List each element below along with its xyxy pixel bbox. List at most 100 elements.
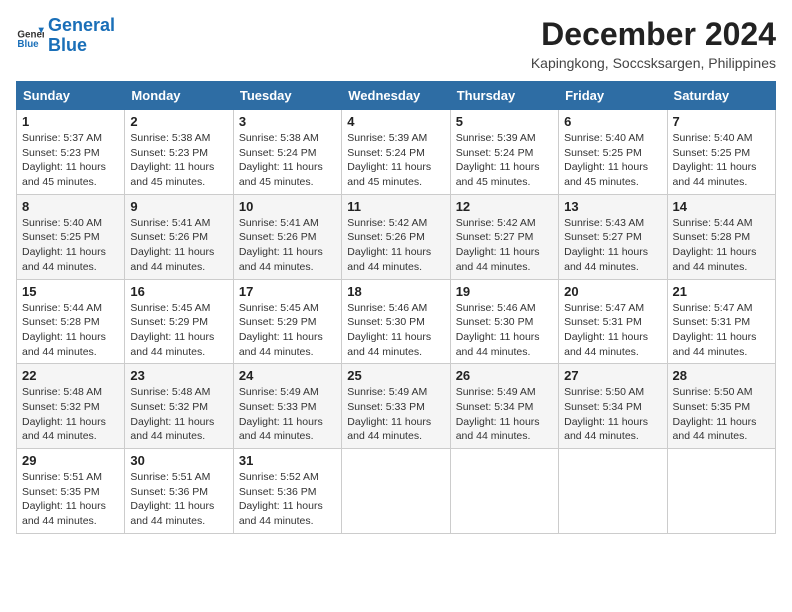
day-info: Sunrise: 5:46 AM Sunset: 5:30 PM Dayligh… (347, 301, 444, 360)
calendar-week-row: 22 Sunrise: 5:48 AM Sunset: 5:32 PM Dayl… (17, 364, 776, 449)
calendar-cell: 31 Sunrise: 5:52 AM Sunset: 5:36 PM Dayl… (233, 449, 341, 534)
day-info: Sunrise: 5:52 AM Sunset: 5:36 PM Dayligh… (239, 470, 336, 529)
day-info: Sunrise: 5:48 AM Sunset: 5:32 PM Dayligh… (130, 385, 227, 444)
calendar-cell: 28 Sunrise: 5:50 AM Sunset: 5:35 PM Dayl… (667, 364, 775, 449)
calendar-cell: 25 Sunrise: 5:49 AM Sunset: 5:33 PM Dayl… (342, 364, 450, 449)
day-number: 26 (456, 368, 553, 383)
day-info: Sunrise: 5:42 AM Sunset: 5:26 PM Dayligh… (347, 216, 444, 275)
day-info: Sunrise: 5:39 AM Sunset: 5:24 PM Dayligh… (347, 131, 444, 190)
calendar-header-thursday: Thursday (450, 82, 558, 110)
calendar-cell: 21 Sunrise: 5:47 AM Sunset: 5:31 PM Dayl… (667, 279, 775, 364)
day-number: 24 (239, 368, 336, 383)
day-info: Sunrise: 5:41 AM Sunset: 5:26 PM Dayligh… (239, 216, 336, 275)
day-number: 7 (673, 114, 770, 129)
day-number: 16 (130, 284, 227, 299)
calendar-cell: 17 Sunrise: 5:45 AM Sunset: 5:29 PM Dayl… (233, 279, 341, 364)
day-number: 4 (347, 114, 444, 129)
calendar-cell: 22 Sunrise: 5:48 AM Sunset: 5:32 PM Dayl… (17, 364, 125, 449)
calendar-header-saturday: Saturday (667, 82, 775, 110)
calendar-cell: 14 Sunrise: 5:44 AM Sunset: 5:28 PM Dayl… (667, 194, 775, 279)
calendar-header-row: SundayMondayTuesdayWednesdayThursdayFrid… (17, 82, 776, 110)
calendar-cell (667, 449, 775, 534)
day-info: Sunrise: 5:47 AM Sunset: 5:31 PM Dayligh… (564, 301, 661, 360)
day-number: 5 (456, 114, 553, 129)
day-number: 29 (22, 453, 119, 468)
day-number: 18 (347, 284, 444, 299)
day-info: Sunrise: 5:39 AM Sunset: 5:24 PM Dayligh… (456, 131, 553, 190)
calendar-cell: 18 Sunrise: 5:46 AM Sunset: 5:30 PM Dayl… (342, 279, 450, 364)
day-number: 22 (22, 368, 119, 383)
logo-icon: General Blue (16, 22, 44, 50)
day-number: 12 (456, 199, 553, 214)
day-number: 25 (347, 368, 444, 383)
logo-text: GeneralBlue (48, 16, 115, 56)
day-number: 21 (673, 284, 770, 299)
calendar-cell: 9 Sunrise: 5:41 AM Sunset: 5:26 PM Dayli… (125, 194, 233, 279)
calendar-cell: 12 Sunrise: 5:42 AM Sunset: 5:27 PM Dayl… (450, 194, 558, 279)
day-number: 31 (239, 453, 336, 468)
location-subtitle: Kapingkong, Soccsksargen, Philippines (531, 55, 776, 71)
calendar-header-sunday: Sunday (17, 82, 125, 110)
day-number: 3 (239, 114, 336, 129)
logo: General Blue GeneralBlue (16, 16, 115, 56)
calendar-header-friday: Friday (559, 82, 667, 110)
calendar-cell: 7 Sunrise: 5:40 AM Sunset: 5:25 PM Dayli… (667, 110, 775, 195)
day-info: Sunrise: 5:38 AM Sunset: 5:24 PM Dayligh… (239, 131, 336, 190)
calendar-cell: 20 Sunrise: 5:47 AM Sunset: 5:31 PM Dayl… (559, 279, 667, 364)
calendar-cell (342, 449, 450, 534)
calendar-week-row: 8 Sunrise: 5:40 AM Sunset: 5:25 PM Dayli… (17, 194, 776, 279)
day-number: 19 (456, 284, 553, 299)
day-number: 30 (130, 453, 227, 468)
day-info: Sunrise: 5:40 AM Sunset: 5:25 PM Dayligh… (22, 216, 119, 275)
day-info: Sunrise: 5:40 AM Sunset: 5:25 PM Dayligh… (673, 131, 770, 190)
calendar-cell: 11 Sunrise: 5:42 AM Sunset: 5:26 PM Dayl… (342, 194, 450, 279)
day-number: 11 (347, 199, 444, 214)
day-number: 1 (22, 114, 119, 129)
calendar-cell: 26 Sunrise: 5:49 AM Sunset: 5:34 PM Dayl… (450, 364, 558, 449)
day-info: Sunrise: 5:42 AM Sunset: 5:27 PM Dayligh… (456, 216, 553, 275)
calendar-cell: 15 Sunrise: 5:44 AM Sunset: 5:28 PM Dayl… (17, 279, 125, 364)
calendar-table: SundayMondayTuesdayWednesdayThursdayFrid… (16, 81, 776, 534)
calendar-header-monday: Monday (125, 82, 233, 110)
day-info: Sunrise: 5:51 AM Sunset: 5:36 PM Dayligh… (130, 470, 227, 529)
day-info: Sunrise: 5:49 AM Sunset: 5:34 PM Dayligh… (456, 385, 553, 444)
calendar-cell: 3 Sunrise: 5:38 AM Sunset: 5:24 PM Dayli… (233, 110, 341, 195)
calendar-cell: 23 Sunrise: 5:48 AM Sunset: 5:32 PM Dayl… (125, 364, 233, 449)
day-number: 15 (22, 284, 119, 299)
day-info: Sunrise: 5:47 AM Sunset: 5:31 PM Dayligh… (673, 301, 770, 360)
calendar-cell: 8 Sunrise: 5:40 AM Sunset: 5:25 PM Dayli… (17, 194, 125, 279)
calendar-week-row: 1 Sunrise: 5:37 AM Sunset: 5:23 PM Dayli… (17, 110, 776, 195)
calendar-week-row: 29 Sunrise: 5:51 AM Sunset: 5:35 PM Dayl… (17, 449, 776, 534)
day-info: Sunrise: 5:37 AM Sunset: 5:23 PM Dayligh… (22, 131, 119, 190)
day-number: 8 (22, 199, 119, 214)
calendar-cell: 10 Sunrise: 5:41 AM Sunset: 5:26 PM Dayl… (233, 194, 341, 279)
day-info: Sunrise: 5:49 AM Sunset: 5:33 PM Dayligh… (347, 385, 444, 444)
day-number: 23 (130, 368, 227, 383)
calendar-cell: 29 Sunrise: 5:51 AM Sunset: 5:35 PM Dayl… (17, 449, 125, 534)
day-number: 20 (564, 284, 661, 299)
day-info: Sunrise: 5:50 AM Sunset: 5:34 PM Dayligh… (564, 385, 661, 444)
calendar-cell: 24 Sunrise: 5:49 AM Sunset: 5:33 PM Dayl… (233, 364, 341, 449)
calendar-week-row: 15 Sunrise: 5:44 AM Sunset: 5:28 PM Dayl… (17, 279, 776, 364)
day-number: 27 (564, 368, 661, 383)
day-number: 6 (564, 114, 661, 129)
day-number: 14 (673, 199, 770, 214)
calendar-cell: 1 Sunrise: 5:37 AM Sunset: 5:23 PM Dayli… (17, 110, 125, 195)
day-info: Sunrise: 5:49 AM Sunset: 5:33 PM Dayligh… (239, 385, 336, 444)
day-info: Sunrise: 5:38 AM Sunset: 5:23 PM Dayligh… (130, 131, 227, 190)
calendar-cell: 13 Sunrise: 5:43 AM Sunset: 5:27 PM Dayl… (559, 194, 667, 279)
month-year-title: December 2024 (531, 16, 776, 53)
day-info: Sunrise: 5:43 AM Sunset: 5:27 PM Dayligh… (564, 216, 661, 275)
calendar-header-tuesday: Tuesday (233, 82, 341, 110)
day-info: Sunrise: 5:51 AM Sunset: 5:35 PM Dayligh… (22, 470, 119, 529)
day-info: Sunrise: 5:45 AM Sunset: 5:29 PM Dayligh… (239, 301, 336, 360)
header: General Blue GeneralBlue December 2024 K… (16, 16, 776, 71)
day-info: Sunrise: 5:41 AM Sunset: 5:26 PM Dayligh… (130, 216, 227, 275)
day-number: 9 (130, 199, 227, 214)
calendar-cell: 4 Sunrise: 5:39 AM Sunset: 5:24 PM Dayli… (342, 110, 450, 195)
day-info: Sunrise: 5:46 AM Sunset: 5:30 PM Dayligh… (456, 301, 553, 360)
calendar-cell: 27 Sunrise: 5:50 AM Sunset: 5:34 PM Dayl… (559, 364, 667, 449)
svg-text:Blue: Blue (17, 39, 39, 50)
day-number: 13 (564, 199, 661, 214)
calendar-cell: 30 Sunrise: 5:51 AM Sunset: 5:36 PM Dayl… (125, 449, 233, 534)
